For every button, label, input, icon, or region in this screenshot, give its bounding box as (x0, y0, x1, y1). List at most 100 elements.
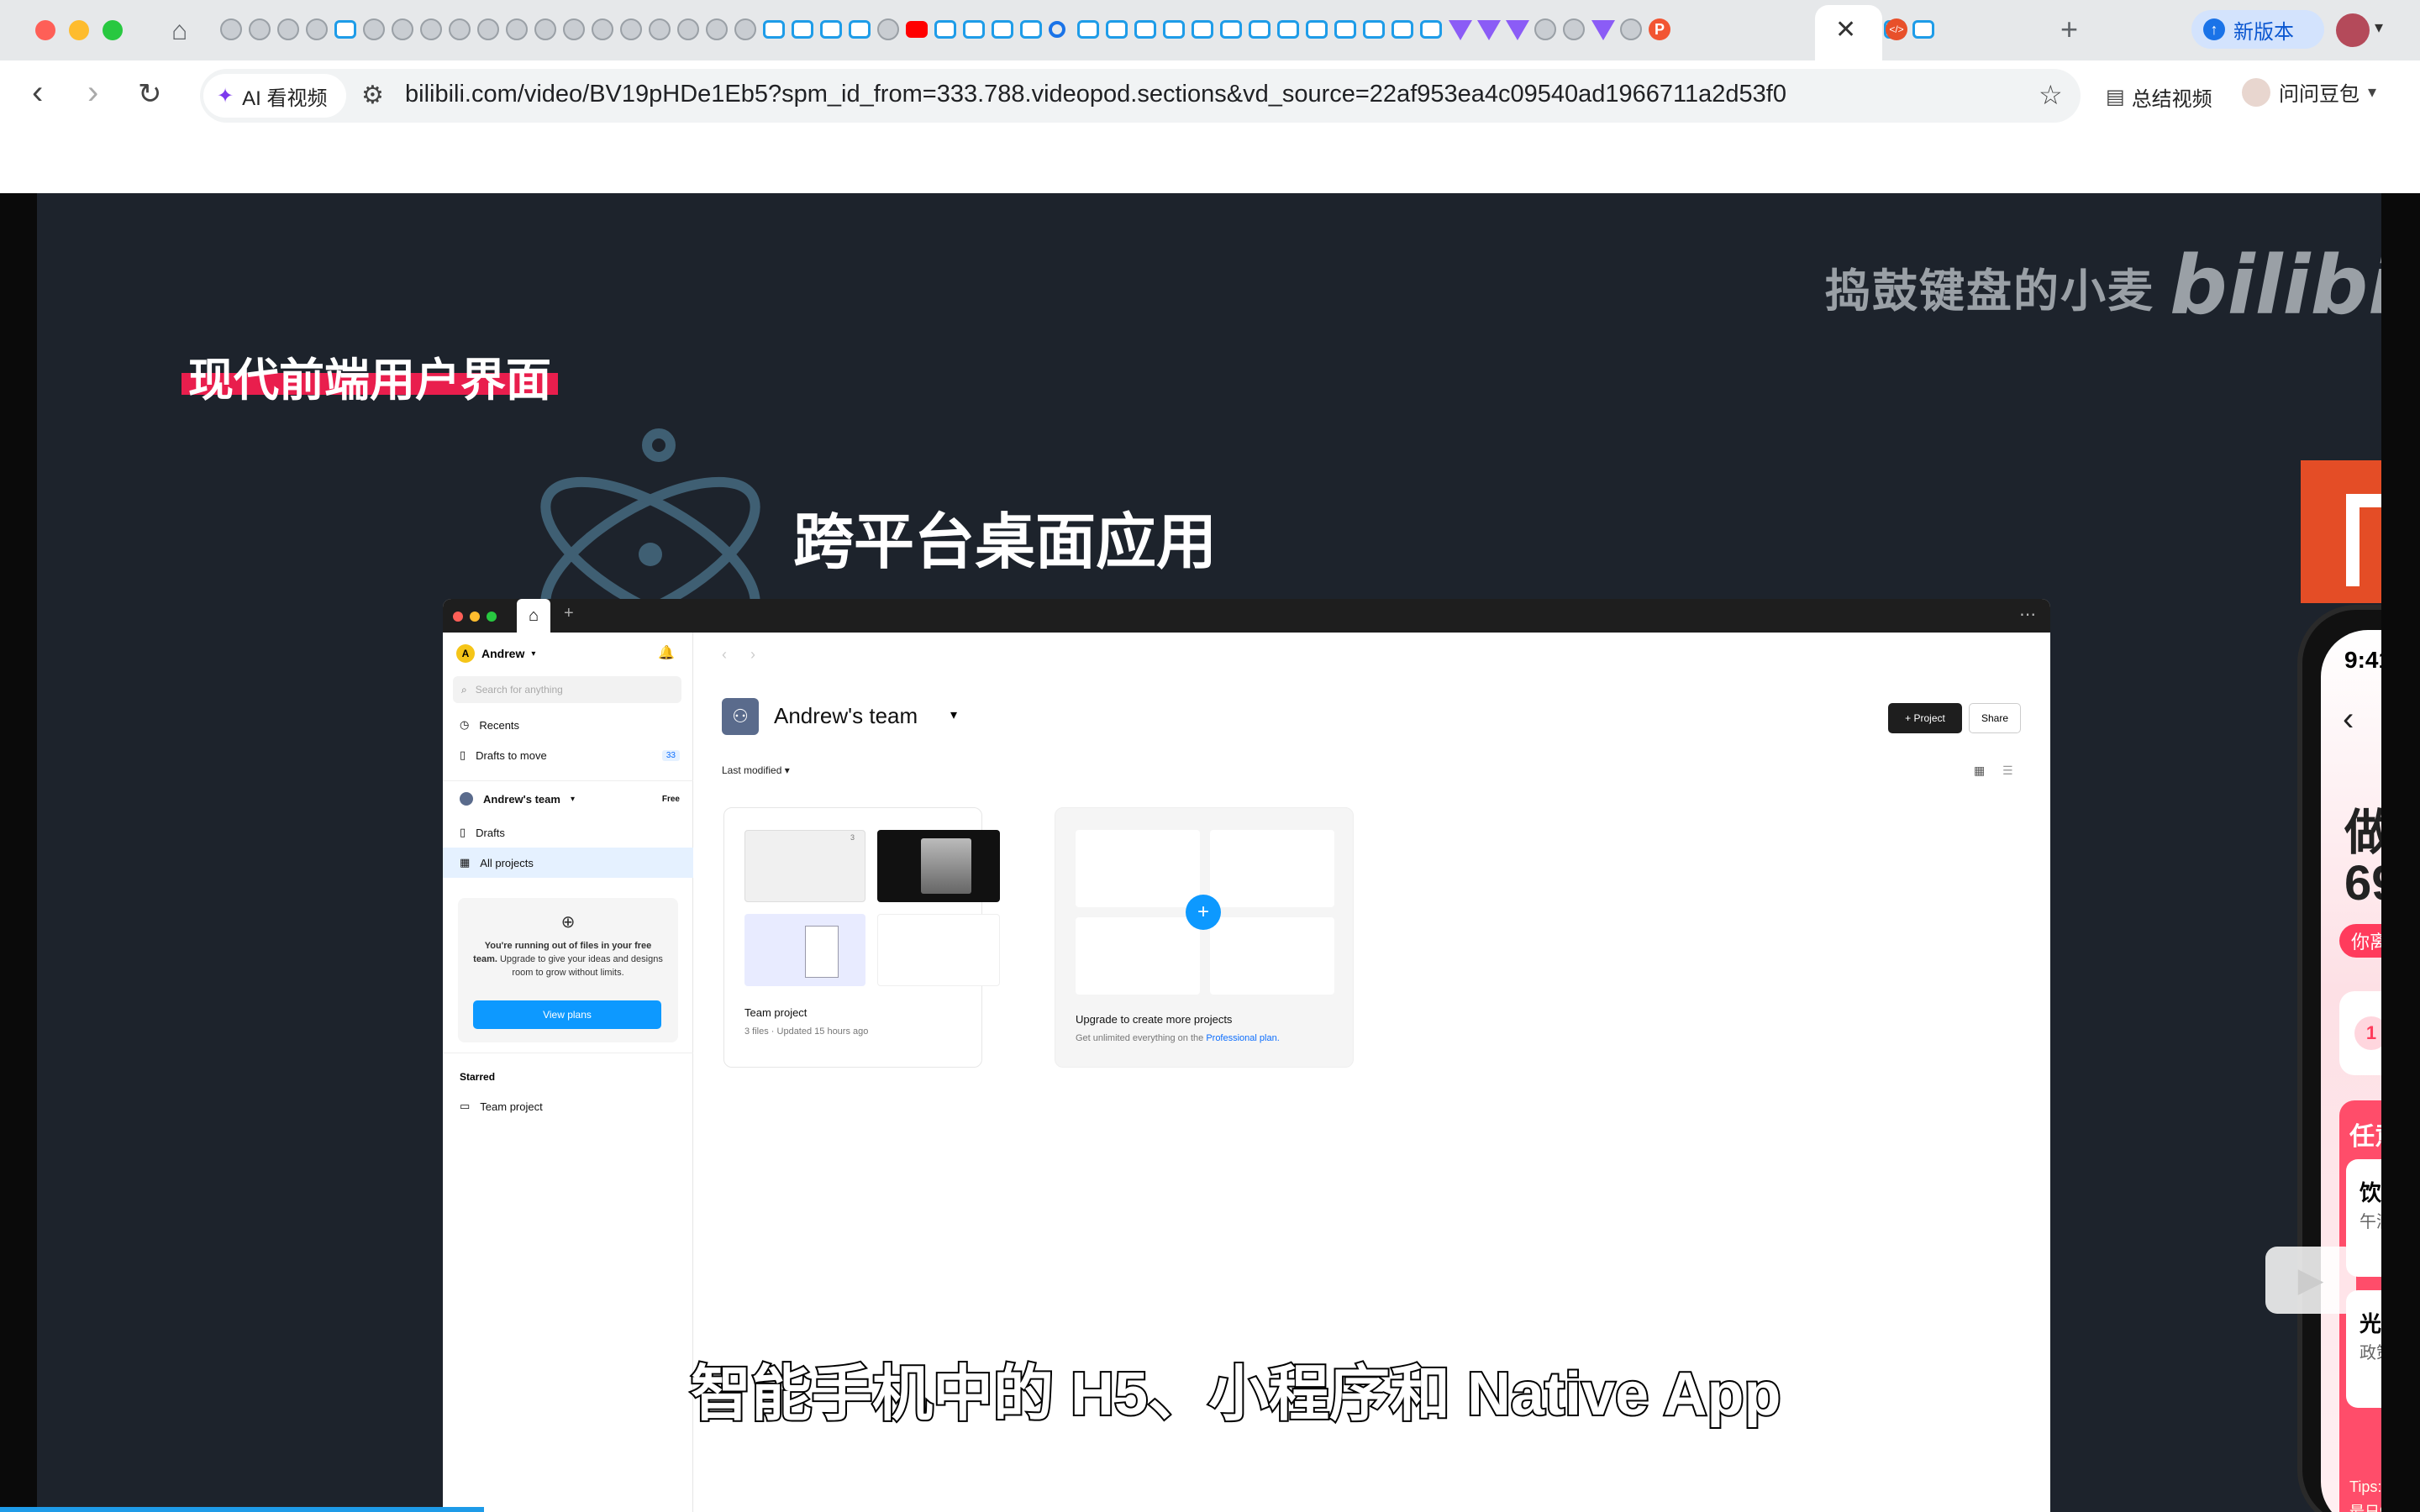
new-version-button[interactable]: ↑ 新版本 (2191, 10, 2324, 49)
bilibili-tab-icon[interactable] (1220, 20, 1242, 39)
bilibili-tab-icon[interactable] (1134, 20, 1156, 39)
globe-tab-icon[interactable] (734, 18, 756, 40)
sidebar-item-team[interactable]: Andrew's team ▾ Free (460, 792, 680, 806)
app-forward-icon[interactable]: › (750, 646, 755, 664)
sidebar-item-drafts-to-move[interactable]: ▯ Drafts to move 33 (460, 748, 680, 762)
globe-tab-icon[interactable] (506, 18, 528, 40)
bilibili-tab-icon[interactable] (1192, 20, 1213, 39)
app-new-tab-icon[interactable]: + (564, 604, 574, 623)
sidebar-item-recents[interactable]: ◷ Recents (460, 718, 519, 732)
site-settings-icon[interactable]: ⚙ (361, 81, 384, 110)
summarize-video-button[interactable]: ▤ 总结视频 (2106, 82, 2212, 112)
new-tab-icon[interactable]: + (2060, 12, 2078, 47)
minimize-window-button[interactable] (69, 20, 89, 40)
bilibili-tab-icon[interactable] (1163, 20, 1185, 39)
sidebar-item-drafts[interactable]: ▯ Drafts (460, 826, 505, 839)
bilibili-tab-icon[interactable] (1106, 20, 1128, 39)
bilibili-tab-icon[interactable] (1912, 20, 1934, 39)
globe-tab-icon[interactable] (592, 18, 613, 40)
app-zoom-button[interactable] (487, 612, 497, 622)
app-close-button[interactable] (453, 612, 463, 622)
globe-tab-icon[interactable] (249, 18, 271, 40)
bilibili-tab-icon[interactable] (1363, 20, 1385, 39)
search-tab-icon[interactable] (1049, 21, 1065, 38)
bilibili-tab-icon[interactable] (992, 20, 1013, 39)
address-bar[interactable]: ✦ AI 看视频 ⚙ bilibili.com/video/BV19pHDe1E… (200, 69, 2081, 123)
professional-plan-link[interactable]: Professional plan. (1206, 1033, 1279, 1043)
bilibili-tab-icon[interactable] (763, 20, 785, 39)
home-icon[interactable]: ⌂ (171, 15, 187, 46)
globe-tab-icon[interactable] (649, 18, 671, 40)
list-view-icon[interactable]: ☰ (2002, 764, 2013, 778)
youtube-tab-icon[interactable] (906, 21, 928, 38)
vite-tab-icon[interactable] (1477, 20, 1501, 40)
globe-tab-icon[interactable] (449, 18, 471, 40)
bilibili-tab-icon[interactable] (792, 20, 813, 39)
globe-tab-icon[interactable] (420, 18, 442, 40)
account-switcher[interactable]: A Andrew ▾ (456, 644, 535, 663)
share-button[interactable]: Share (1969, 703, 2021, 733)
bookmark-star-icon[interactable]: ☆ (2039, 79, 2063, 111)
close-window-button[interactable] (35, 20, 55, 40)
forward-icon[interactable]: › (87, 74, 98, 112)
app-back-icon[interactable]: ‹ (722, 646, 727, 664)
profile-avatar[interactable] (2336, 13, 2370, 47)
code-tab-icon[interactable]: </> (1886, 18, 1907, 40)
globe-tab-icon[interactable] (392, 18, 413, 40)
bilibili-tab-icon[interactable] (1077, 20, 1099, 39)
chevron-down-icon[interactable]: ▾ (950, 706, 957, 723)
video-player[interactable]: 捣鼓键盘的小麦 bilibili 现代前端用户界面 跨平台桌面应用 ⌂ (0, 193, 2420, 1512)
bilibili-tab-icon[interactable] (820, 20, 842, 39)
globe-tab-icon[interactable] (477, 18, 499, 40)
bilibili-tab-icon[interactable] (849, 20, 871, 39)
url-text[interactable]: bilibili.com/video/BV19pHDe1Eb5?spm_id_f… (405, 81, 1786, 108)
sort-dropdown[interactable]: Last modified ▾ (722, 764, 790, 776)
video-progress-bar[interactable] (0, 1507, 484, 1512)
active-tab[interactable]: ✕ (1815, 5, 1882, 60)
globe-tab-icon[interactable] (363, 18, 385, 40)
app-minimize-button[interactable] (470, 612, 480, 622)
globe-tab-icon[interactable] (677, 18, 699, 40)
bell-icon[interactable]: 🔔 (658, 644, 675, 661)
globe-tab-icon[interactable] (1534, 18, 1556, 40)
upgrade-card[interactable]: + Upgrade to create more projects Get un… (1055, 807, 1354, 1068)
more-options-icon[interactable]: ⋯ (2019, 604, 2036, 625)
bilibili-tab-icon[interactable] (1020, 20, 1042, 39)
globe-tab-icon[interactable] (563, 18, 585, 40)
globe-tab-icon[interactable] (306, 18, 328, 40)
globe-tab-icon[interactable] (620, 18, 642, 40)
bilibili-tab-icon[interactable] (1306, 20, 1328, 39)
globe-tab-icon[interactable] (220, 18, 242, 40)
vite-tab-icon[interactable] (1506, 20, 1529, 40)
bilibili-tab-icon[interactable] (963, 20, 985, 39)
sidebar-item-starred-project[interactable]: ▭ Team project (460, 1100, 543, 1113)
bilibili-tab-icon[interactable] (1420, 20, 1442, 39)
new-project-button[interactable]: + Project (1888, 703, 1962, 733)
add-project-icon[interactable]: + (1186, 895, 1221, 930)
bilibili-tab-icon[interactable] (1249, 20, 1270, 39)
ai-watch-button[interactable]: ✦ AI 看视频 (203, 74, 346, 118)
bilibili-tab-icon[interactable] (334, 20, 356, 39)
p-tab-icon[interactable]: P (1649, 18, 1670, 40)
play-button[interactable]: ▶ (2265, 1247, 2356, 1314)
globe-tab-icon[interactable] (277, 18, 299, 40)
sidebar-item-all-projects[interactable]: ▦ All projects (460, 856, 534, 869)
back-icon[interactable]: ‹ (32, 74, 43, 112)
globe-tab-icon[interactable] (1563, 18, 1585, 40)
grid-view-icon[interactable]: ▦ (1974, 764, 1985, 778)
vite-tab-icon[interactable] (1591, 20, 1615, 40)
reload-icon[interactable]: ↻ (138, 77, 162, 111)
globe-tab-icon[interactable] (706, 18, 728, 40)
search-input[interactable]: ⌕ Search for anything (453, 676, 681, 703)
view-plans-button[interactable]: View plans (473, 1000, 661, 1029)
home-tab-icon[interactable]: ⌂ (517, 599, 550, 634)
bilibili-tab-icon[interactable] (1392, 20, 1413, 39)
globe-tab-icon[interactable] (1620, 18, 1642, 40)
bilibili-tab-icon[interactable] (1334, 20, 1356, 39)
globe-tab-icon[interactable] (534, 18, 556, 40)
chevron-down-icon[interactable]: ▾ (2375, 17, 2383, 38)
zoom-window-button[interactable] (103, 20, 123, 40)
bilibili-tab-icon[interactable] (934, 20, 956, 39)
close-tab-icon[interactable]: ✕ (1835, 15, 1856, 45)
globe-tab-icon[interactable] (877, 18, 899, 40)
